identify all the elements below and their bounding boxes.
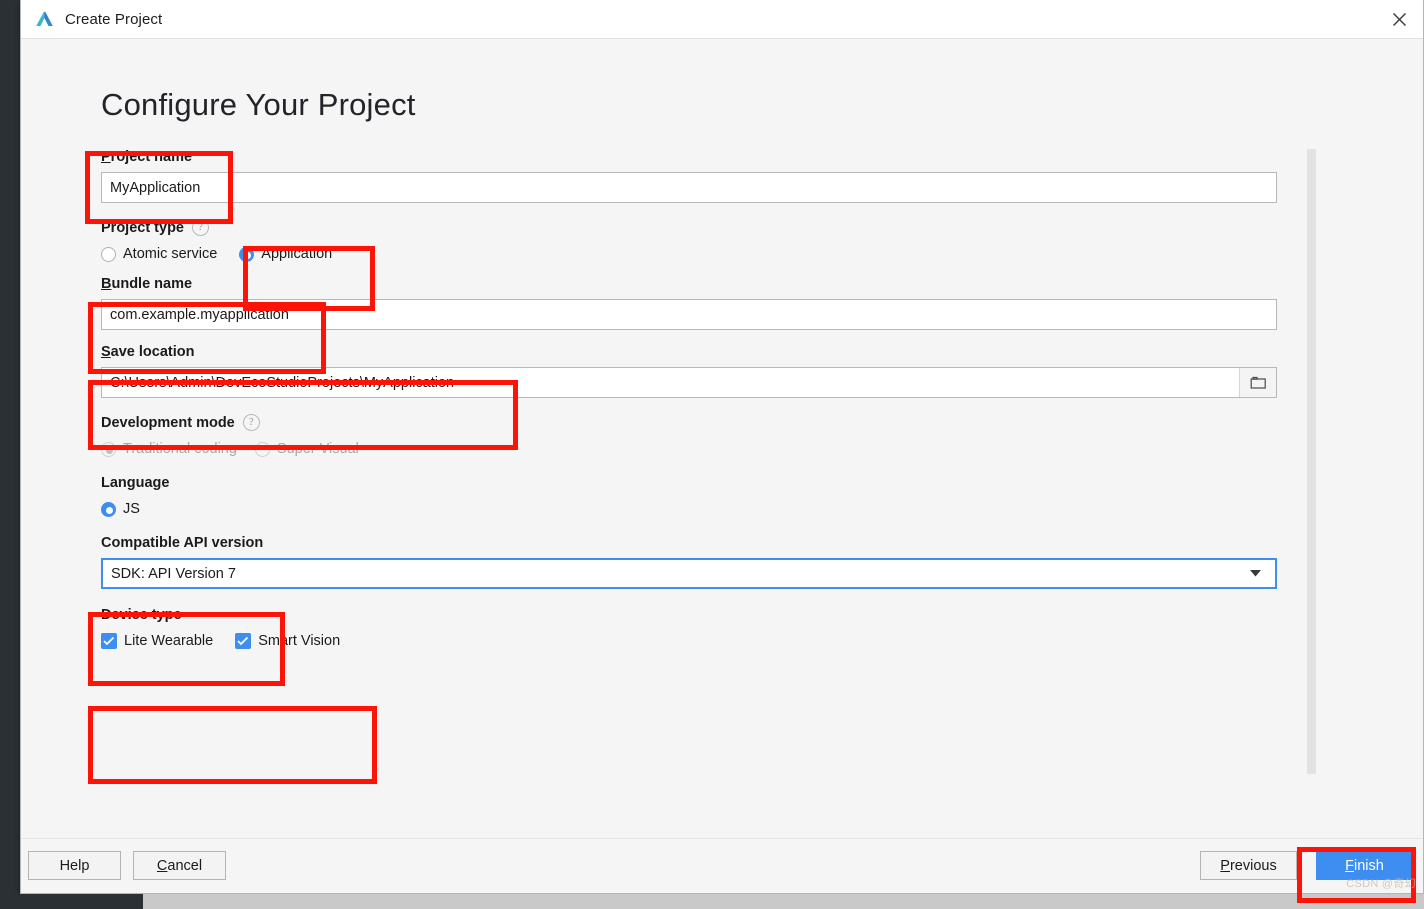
- finish-button-label: Finish: [1345, 857, 1384, 874]
- cancel-button[interactable]: Cancel: [133, 851, 226, 880]
- checkbox-lite-wearable-label: Lite Wearable: [124, 633, 214, 649]
- field-group-api-version: Compatible API version SDK: API Version …: [101, 535, 1277, 589]
- taskbar-strip: [140, 894, 1424, 909]
- development-mode-radio-group: Traditional coding Super Visual: [101, 441, 1277, 457]
- dialog-footer: Help Cancel Previous Finish: [21, 838, 1423, 893]
- taskbar-divider: [140, 894, 143, 909]
- cancel-button-label: Cancel: [156, 857, 203, 874]
- radio-application[interactable]: Application: [239, 246, 332, 262]
- dialog-body: Configure Your Project Project name MyAp…: [21, 39, 1423, 838]
- folder-icon: [1250, 376, 1266, 389]
- question-mark-icon[interactable]: ?: [242, 414, 260, 431]
- radio-super-visual: Super Visual: [254, 441, 359, 457]
- bundle-name-label: Bundle name: [101, 276, 192, 292]
- page-title: Configure Your Project: [101, 87, 416, 122]
- project-name-value: MyApplication: [110, 179, 201, 196]
- field-group-language: Language JS: [101, 475, 1277, 517]
- project-name-label-rest: roject name: [110, 149, 193, 165]
- dialog-titlebar: Create Project: [21, 0, 1423, 39]
- radio-js[interactable]: JS: [101, 501, 140, 517]
- field-group-project-type: Project type ? Atomic service Applicatio…: [101, 219, 1277, 262]
- radio-atomic-service[interactable]: Atomic service: [101, 246, 217, 262]
- previous-mnemonic: P: [1220, 857, 1230, 874]
- save-location-input[interactable]: C:\Users\Admin\DevEcoStudioProjects\MyAp…: [101, 367, 1277, 398]
- vertical-scrollbar[interactable]: [1307, 149, 1316, 774]
- checkbox-smart-vision-label: Smart Vision: [258, 633, 341, 649]
- project-config-form: Project name MyApplication Project type …: [101, 149, 1277, 653]
- checkbox-lite-wearable[interactable]: Lite Wearable: [101, 633, 213, 649]
- browse-folder-button[interactable]: [1239, 368, 1276, 397]
- create-project-dialog: Create Project Configure Your Project Pr…: [20, 0, 1424, 894]
- save-location-label: Save location: [101, 344, 194, 360]
- project-name-mnemonic: P: [101, 149, 111, 165]
- radio-circle-filled-icon: [239, 246, 255, 262]
- save-location-value: C:\Users\Admin\DevEcoStudioProjects\MyAp…: [110, 374, 455, 391]
- field-group-project-name: Project name MyApplication: [101, 149, 1277, 203]
- radio-circle-icon: [101, 246, 116, 262]
- project-type-label: Project type: [101, 219, 184, 236]
- radio-traditional-coding-label: Traditional coding: [123, 441, 237, 457]
- previous-button[interactable]: Previous: [1200, 851, 1297, 880]
- checkbox-checked-icon: [101, 633, 117, 649]
- field-group-device-type: Device type Lite Wearable Smart Vision: [101, 607, 1277, 649]
- checkbox-checked-icon: [235, 633, 252, 649]
- close-icon: [1392, 13, 1406, 26]
- field-group-development-mode: Development mode ? Traditional coding Su…: [101, 414, 1277, 457]
- bundle-name-input[interactable]: com.example.myapplication: [101, 299, 1277, 330]
- radio-circle-filled-icon: [101, 501, 116, 517]
- cancel-mnemonic: C: [156, 857, 168, 874]
- previous-button-label: Previous: [1220, 857, 1277, 874]
- radio-application-label: Application: [261, 246, 333, 262]
- api-version-label: Compatible API version: [101, 535, 264, 551]
- chevron-down-icon: [1249, 570, 1261, 577]
- field-group-bundle-name: Bundle name com.example.myapplication: [101, 276, 1277, 330]
- save-location-mnemonic: S: [101, 344, 111, 360]
- help-button-label: Help: [59, 857, 90, 874]
- project-name-label: Project name: [101, 149, 192, 165]
- language-label: Language: [101, 475, 170, 491]
- api-version-value: SDK: API Version 7: [111, 565, 236, 582]
- radio-js-label: JS: [123, 501, 140, 517]
- bundle-name-mnemonic: B: [101, 276, 112, 292]
- radio-circle-icon: [254, 441, 270, 457]
- api-version-combobox[interactable]: SDK: API Version 7: [101, 558, 1277, 589]
- development-mode-label: Development mode: [101, 414, 235, 431]
- language-radio-group: JS: [101, 501, 1277, 517]
- question-mark-icon[interactable]: ?: [192, 219, 209, 236]
- radio-circle-filled-icon: [101, 441, 116, 457]
- api-version-dropdown-button[interactable]: [1235, 560, 1275, 587]
- field-group-save-location: Save location C:\Users\Admin\DevEcoStudi…: [101, 344, 1277, 398]
- project-type-radio-group: Atomic service Application: [101, 246, 1277, 262]
- device-type-label: Device type: [101, 607, 182, 623]
- device-type-checkbox-group: Lite Wearable Smart Vision: [101, 633, 1277, 649]
- close-button[interactable]: [1375, 0, 1423, 39]
- help-button[interactable]: Help: [28, 851, 121, 880]
- radio-atomic-service-label: Atomic service: [123, 246, 218, 262]
- radio-super-visual-label: Super Visual: [276, 441, 359, 457]
- watermark-text: CSDN @奇幻: [1346, 878, 1416, 890]
- bundle-name-label-rest: undle name: [111, 276, 193, 292]
- desktop-backdrop-left: [0, 0, 20, 909]
- project-name-input[interactable]: MyApplication: [101, 172, 1277, 203]
- deveco-logo-icon: [36, 11, 53, 26]
- dialog-title: Create Project: [65, 10, 163, 28]
- save-location-label-rest: ave location: [110, 344, 195, 360]
- checkbox-smart-vision[interactable]: Smart Vision: [235, 633, 340, 649]
- radio-traditional-coding: Traditional coding: [101, 441, 237, 457]
- bundle-name-value: com.example.myapplication: [110, 306, 289, 323]
- finish-mnemonic: F: [1345, 857, 1355, 874]
